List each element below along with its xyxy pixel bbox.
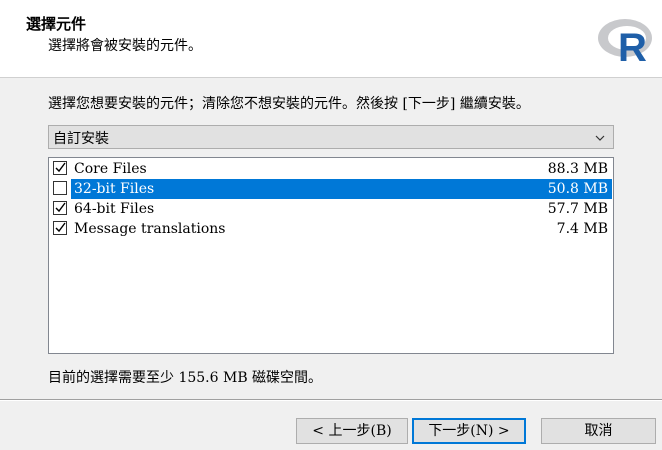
cancel-button[interactable]: 取消: [541, 418, 656, 444]
list-item-message-translations[interactable]: Message translations 7.4 MB: [50, 219, 612, 239]
page-subtitle: 選擇將會被安裝的元件。: [48, 38, 202, 54]
list-item-32bit-files[interactable]: 32-bit Files 50.8 MB: [50, 179, 612, 199]
message-translations-checkbox[interactable]: [53, 221, 67, 235]
check-icon: [55, 202, 66, 213]
space-required-text: 目前的選擇需要至少 155.6 MB 磁碟空間。: [48, 370, 323, 386]
list-item-core-files[interactable]: Core Files 88.3 MB: [50, 159, 612, 179]
wizard-header: 選擇元件 選擇將會被安裝的元件。 R: [0, 0, 662, 78]
install-type-value: 自訂安裝: [53, 131, 109, 147]
check-icon: [55, 162, 66, 173]
component-label: 32-bit Files: [71, 179, 612, 199]
32bit-files-checkbox[interactable]: [53, 181, 67, 195]
check-icon: [55, 222, 66, 233]
component-size: 88.3 MB: [547, 161, 608, 177]
instruction-text: 選擇您想要安裝的元件；清除您不想安裝的元件。然後按 [下一步] 繼續安裝。: [48, 96, 530, 112]
component-label: Core Files: [74, 161, 147, 177]
component-size: 57.7 MB: [547, 201, 608, 217]
core-files-checkbox[interactable]: [53, 161, 67, 175]
component-list[interactable]: Core Files 88.3 MB 32-bit Files 50.8 MB …: [48, 157, 614, 354]
component-size: 7.4 MB: [556, 221, 608, 237]
list-item-64bit-files[interactable]: 64-bit Files 57.7 MB: [50, 199, 612, 219]
component-label: Message translations: [74, 221, 226, 237]
64bit-files-checkbox[interactable]: [53, 201, 67, 215]
next-button[interactable]: 下一步(N) >: [412, 418, 526, 444]
back-button[interactable]: < 上一步(B): [296, 418, 408, 444]
r-logo-icon: R: [598, 19, 652, 68]
component-label: 64-bit Files: [74, 201, 155, 217]
chevron-down-icon: [595, 135, 605, 141]
page-title: 選擇元件: [26, 15, 87, 33]
component-size: 50.8 MB: [547, 181, 608, 197]
install-type-dropdown[interactable]: 自訂安裝: [48, 125, 614, 149]
footer-divider-highlight: [0, 400, 662, 401]
svg-text:R: R: [618, 26, 647, 68]
